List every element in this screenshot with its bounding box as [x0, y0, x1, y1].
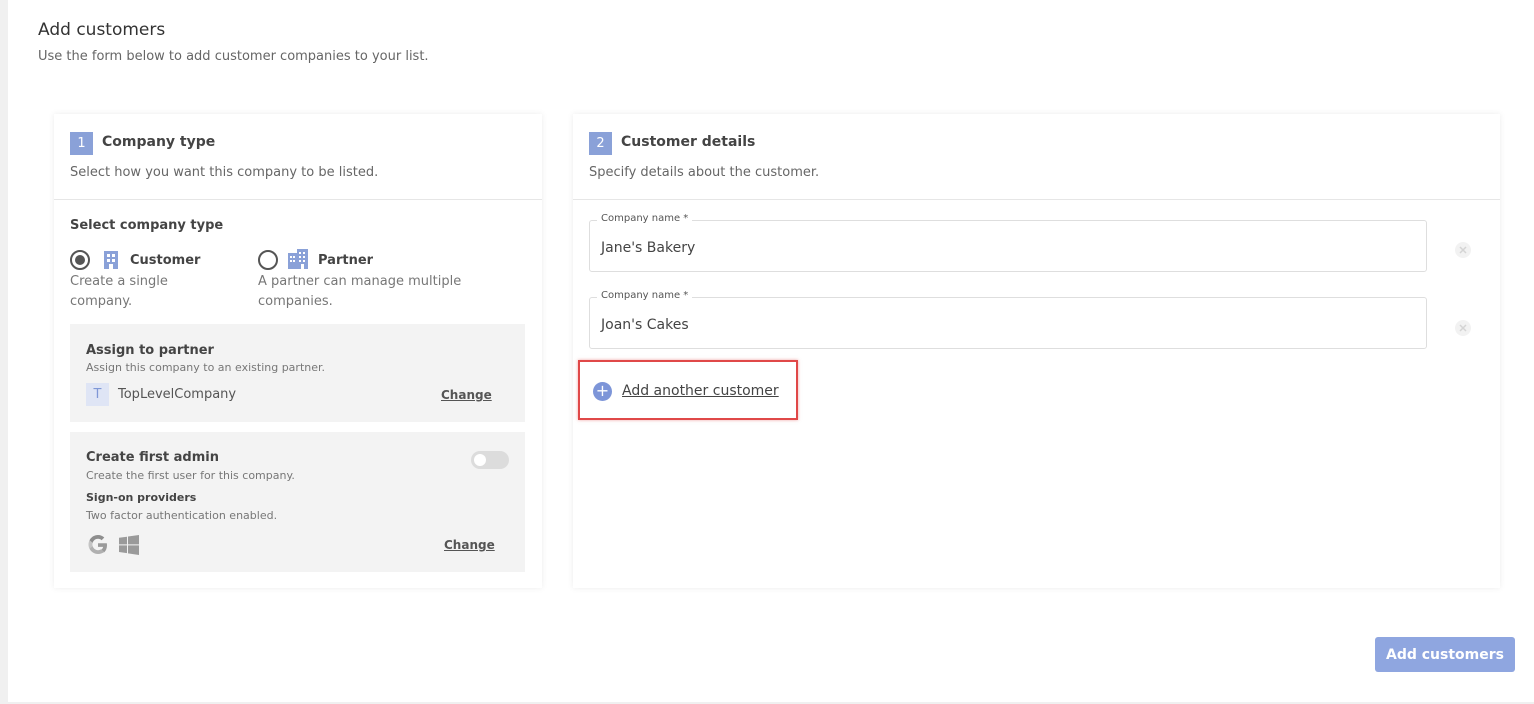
customer-option-label[interactable]: Customer: [130, 253, 200, 268]
remove-customer-icon[interactable]: [1454, 241, 1472, 259]
company-name-field[interactable]: Company name * Joan's Cakes: [589, 290, 1427, 349]
building-icon: [104, 251, 118, 269]
customer-radio[interactable]: [70, 250, 90, 270]
page-subtitle: Use the form below to add customer compa…: [38, 49, 429, 64]
first-admin-subtitle: Create the first user for this company.: [86, 469, 295, 482]
partner-option-label[interactable]: Partner: [318, 253, 373, 268]
providers-label: Sign-on providers: [86, 491, 197, 504]
change-providers-link[interactable]: Change: [444, 538, 495, 552]
company-type-card: 1 Company type Select how you want this …: [54, 114, 542, 588]
assign-partner-panel: Assign to partner Assign this company to…: [70, 324, 525, 422]
section-label: Select company type: [70, 218, 224, 233]
card-description: Specify details about the customer.: [589, 165, 820, 180]
partner-avatar: T: [86, 383, 109, 406]
card-description: Select how you want this company to be l…: [70, 165, 379, 180]
add-another-customer-button[interactable]: + Add another customer: [578, 360, 798, 420]
change-partner-link[interactable]: Change: [441, 388, 492, 402]
plus-icon: +: [593, 382, 612, 401]
customer-details-card: 2 Customer details Specify details about…: [573, 114, 1500, 588]
step-badge: 2: [589, 132, 612, 155]
partner-name: TopLevelCompany: [118, 387, 237, 402]
partner-option-description: A partner can manage multiple companies.: [258, 274, 462, 309]
page-title: Add customers: [38, 20, 166, 40]
company-name-field[interactable]: Company name * Jane's Bakery: [589, 213, 1427, 272]
remove-customer-icon[interactable]: [1454, 319, 1472, 337]
first-admin-panel: Create first admin Create the first user…: [70, 432, 525, 572]
partner-radio[interactable]: [258, 250, 278, 270]
company-type-header: 1 Company type Select how you want this …: [54, 114, 542, 200]
first-admin-toggle[interactable]: [471, 451, 509, 469]
card-title: Customer details: [621, 134, 756, 150]
add-customers-button[interactable]: Add customers: [1375, 637, 1515, 672]
providers-subtitle: Two factor authentication enabled.: [86, 509, 278, 522]
card-title: Company type: [102, 134, 216, 150]
field-value[interactable]: Jane's Bakery: [601, 240, 695, 256]
first-admin-title: Create first admin: [86, 450, 219, 465]
assign-partner-subtitle: Assign this company to an existing partn…: [86, 361, 326, 374]
customer-details-header: 2 Customer details Specify details about…: [573, 114, 1500, 200]
field-value[interactable]: Joan's Cakes: [601, 317, 689, 333]
customer-option-description: Create a single company.: [70, 274, 168, 309]
windows-icon: [119, 535, 139, 555]
google-icon: [88, 535, 107, 554]
page: Add customers Use the form below to add …: [8, 0, 1534, 702]
assign-partner-title: Assign to partner: [86, 343, 214, 358]
step-badge: 1: [70, 132, 93, 155]
field-label: Company name *: [597, 290, 693, 301]
buildings-icon: [288, 249, 308, 269]
add-another-customer-label[interactable]: Add another customer: [622, 383, 779, 399]
field-label: Company name *: [597, 213, 693, 224]
